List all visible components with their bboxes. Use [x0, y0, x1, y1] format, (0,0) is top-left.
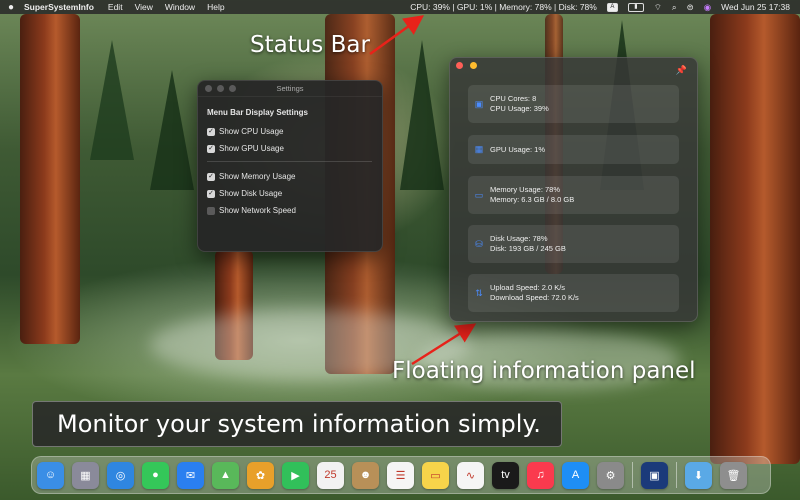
cpu-usage: CPU Usage: 39%	[490, 104, 549, 113]
cpu-cores: CPU Cores: 8	[490, 94, 537, 103]
disk-usage: Disk Usage: 78%	[490, 234, 548, 243]
option-network[interactable]: Show Network Speed	[207, 206, 382, 215]
safari-icon[interactable]: ◎	[107, 461, 134, 489]
dock-divider	[676, 462, 677, 488]
option-label: Show Network Speed	[219, 206, 296, 215]
memory-card: ▭ Memory Usage: 78% Memory: 6.3 GB / 8.0…	[468, 176, 679, 214]
dock-divider	[632, 462, 633, 488]
menu-bar: ● SuperSystemInfo Edit View Window Help …	[0, 0, 800, 14]
photos-icon[interactable]: ✿	[247, 461, 274, 489]
checkbox-icon[interactable]: ✓	[207, 127, 215, 136]
battery-icon[interactable]: ▮	[627, 2, 644, 12]
freeform-icon[interactable]: ∿	[457, 461, 484, 489]
memory-usage: Memory Usage: 78%	[490, 185, 561, 194]
tv-icon[interactable]: tv	[492, 461, 519, 489]
supersysteminfo-icon[interactable]: ▣	[641, 461, 668, 489]
status-bar-caption: Status Bar	[250, 32, 370, 58]
launchpad-icon[interactable]: ▦	[72, 461, 99, 489]
menu-window[interactable]: Window	[165, 2, 195, 12]
calendar-icon[interactable]: 25	[317, 461, 344, 489]
menu-view[interactable]: View	[135, 2, 153, 12]
maps-icon[interactable]: ▲	[212, 461, 239, 489]
checkbox-icon[interactable]: ✓	[207, 144, 215, 153]
memory-icon: ▭	[474, 189, 484, 200]
gpu-usage: GPU Usage: 1%	[490, 144, 546, 154]
download-speed: Download Speed: 72.0 K/s	[490, 293, 579, 302]
tagline-banner: Monitor your system information simply.	[32, 401, 562, 447]
reminders-icon[interactable]: ☰	[387, 461, 414, 489]
notes-icon[interactable]: ▭	[422, 461, 449, 489]
option-label: Show CPU Usage	[219, 127, 284, 136]
option-label: Show Memory Usage	[219, 172, 296, 181]
option-cpu[interactable]: ✓ Show CPU Usage	[207, 127, 382, 136]
minimize-button[interactable]	[470, 62, 478, 69]
wifi-icon[interactable]: ⌔	[654, 2, 662, 13]
checkbox-icon[interactable]: ✓	[207, 172, 215, 181]
keyboard-input-icon[interactable]: A	[606, 2, 618, 12]
downloads-folder-icon[interactable]: ⬇	[685, 461, 712, 489]
search-icon[interactable]: ⌕	[672, 2, 677, 13]
option-gpu[interactable]: ✓ Show GPU Usage	[207, 144, 382, 153]
status-bar-readout[interactable]: CPU: 39% | GPU: 1% | Memory: 78% | Disk:…	[410, 2, 597, 12]
memory-amount: Memory: 6.3 GB / 8.0 GB	[490, 195, 575, 204]
network-icon: ⇅	[475, 287, 483, 298]
settings-titlebar[interactable]: Settings	[198, 81, 382, 97]
option-label: Show Disk Usage	[219, 189, 283, 198]
floating-panel-caption: Floating information panel	[392, 358, 696, 384]
option-disk[interactable]: ✓ Show Disk Usage	[207, 189, 382, 198]
option-memory[interactable]: ✓ Show Memory Usage	[207, 172, 382, 181]
pin-icon[interactable]: 📌	[676, 65, 687, 76]
disk-amount: Disk: 193 GB / 245 GB	[490, 244, 566, 253]
menu-clock[interactable]: Wed Jun 25 17:38	[721, 2, 790, 12]
upload-speed: Upload Speed: 2.0 K/s	[490, 283, 566, 292]
settings-window: Settings Menu Bar Display Settings ✓ Sho…	[197, 80, 383, 252]
disk-card: ⛁ Disk Usage: 78% Disk: 193 GB / 245 GB	[468, 225, 679, 263]
apple-icon[interactable]: ●	[8, 2, 24, 13]
cpu-icon: ▣	[474, 98, 484, 109]
contacts-icon[interactable]: ☻	[352, 461, 379, 489]
cpu-card: ▣ CPU Cores: 8 CPU Usage: 39%	[468, 85, 679, 123]
music-icon[interactable]: ♫	[527, 461, 554, 489]
close-button[interactable]	[456, 62, 463, 69]
finder-icon[interactable]: ☺	[37, 461, 64, 489]
messages-icon[interactable]: ●	[142, 461, 169, 489]
floating-info-panel: 📌 ▣ CPU Cores: 8 CPU Usage: 39% ▦ GPU Us…	[449, 57, 698, 322]
gpu-icon: ▦	[474, 144, 484, 154]
app-store-icon[interactable]: A	[562, 461, 589, 489]
settings-heading: Menu Bar Display Settings	[207, 108, 308, 117]
checkbox-icon[interactable]	[207, 206, 215, 215]
checkbox-icon[interactable]: ✓	[207, 189, 215, 198]
network-card: ⇅ Upload Speed: 2.0 K/s Download Speed: …	[468, 274, 679, 312]
divider	[207, 161, 372, 162]
facetime-icon[interactable]: ▶	[282, 461, 309, 489]
mail-icon[interactable]: ✉	[177, 461, 204, 489]
menu-edit[interactable]: Edit	[108, 2, 123, 12]
settings-title: Settings	[276, 84, 304, 93]
siri-icon[interactable]: ◉	[704, 2, 711, 13]
menu-app-name[interactable]: SuperSystemInfo	[24, 2, 94, 12]
control-center-icon[interactable]: ⊜	[687, 2, 694, 13]
menu-help[interactable]: Help	[207, 2, 224, 12]
gpu-card: ▦ GPU Usage: 1%	[468, 135, 679, 164]
system-settings-icon[interactable]: ⚙	[597, 461, 624, 489]
disk-icon: ⛁	[475, 238, 483, 249]
option-label: Show GPU Usage	[219, 144, 284, 153]
trash-icon[interactable]: 🗑	[720, 461, 747, 489]
dock: ☺ ▦ ◎ ● ✉ ▲ ✿ ▶ 25 ☻ ☰ ▭ ∿ tv ♫ A ⚙ ▣ ⬇ 🗑	[31, 456, 771, 494]
